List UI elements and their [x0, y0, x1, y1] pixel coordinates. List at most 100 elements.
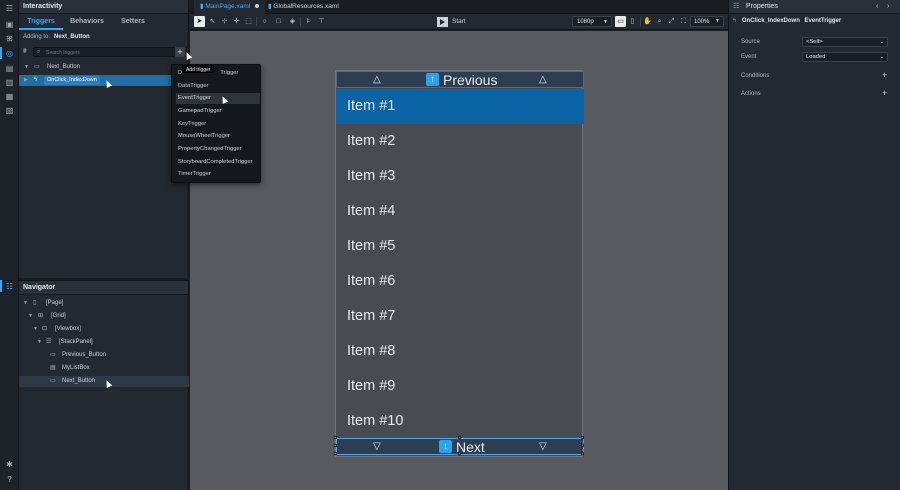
tab-setters[interactable]: Setters	[111, 15, 155, 29]
add-trigger-button[interactable]: +	[175, 47, 185, 57]
menu-item-propertychangedtrigger[interactable]: PropertyChangedTrigger	[176, 144, 260, 155]
list-item[interactable]: Item #8	[336, 334, 584, 369]
list-item[interactable]: Item #4	[336, 194, 584, 229]
resize-handle[interactable]	[334, 444, 337, 447]
navigator-icon[interactable]: ☷	[4, 281, 15, 292]
nav-row-next-button[interactable]: ▭ Next_Button	[19, 376, 189, 388]
list-item[interactable]: Item #9	[336, 369, 584, 404]
pan-tool-icon[interactable]: ⊹	[219, 16, 230, 27]
add-trigger-tooltip: Add trigger	[182, 65, 215, 73]
resolution-select[interactable]: 1080p ▼	[572, 16, 612, 27]
menu-item-mousewheeltrigger[interactable]: MouseWheelTrigger	[176, 131, 260, 142]
tab-globalresources[interactable]: ▮ GlobalResources.xaml	[268, 0, 339, 14]
move-tool-icon[interactable]: ✛	[231, 16, 242, 27]
search-input[interactable]	[46, 49, 176, 56]
resize-handle[interactable]	[581, 452, 584, 455]
list-item[interactable]: Item #2	[336, 124, 584, 159]
start-label[interactable]: Start	[452, 14, 466, 30]
resize-handle[interactable]	[334, 436, 337, 439]
next-button[interactable]: ▽ ↓ Next ▽	[334, 436, 584, 455]
styles-icon[interactable]: ▦	[4, 91, 15, 102]
menu-icon[interactable]: ☰	[4, 3, 15, 14]
resources-icon[interactable]: ▥	[4, 77, 15, 88]
resize-tool-icon[interactable]: ⬚	[243, 16, 254, 27]
resize-handle[interactable]	[458, 436, 461, 439]
active-rail-marker	[0, 47, 2, 59]
menu-item-storyboardcompletedtrigger[interactable]: StoryboardCompletedTrigger	[176, 157, 260, 168]
chevron-down-icon[interactable]: ▼	[28, 311, 33, 322]
resize-handle[interactable]	[458, 452, 461, 455]
rectangle-tool-icon[interactable]: □	[273, 16, 284, 27]
menu-item-gamepadtrigger[interactable]: GamepadTrigger	[176, 106, 260, 117]
toolbox-icon[interactable]: ⊞	[4, 33, 15, 44]
triangle-up-icon: △	[373, 74, 381, 85]
hand-tool-icon[interactable]: ✋	[642, 16, 653, 27]
chevron-right-icon[interactable]: ›	[887, 0, 889, 14]
fit-screen-icon[interactable]: ⤢	[666, 16, 677, 27]
play-icon[interactable]	[437, 17, 448, 27]
chevron-down-icon[interactable]: ▼	[24, 62, 29, 73]
menu-item-eventtrigger[interactable]: EventTrigger	[176, 93, 260, 104]
trigger-name-editor[interactable]: OnClick_IndexDown	[44, 76, 100, 85]
resize-handle[interactable]	[334, 452, 337, 455]
list-item[interactable]: Item #7	[336, 299, 584, 334]
mouse-cursor	[103, 79, 113, 88]
event-select[interactable]: Loaded ⌄	[802, 52, 888, 62]
modified-indicator	[255, 4, 260, 9]
chevron-down-icon[interactable]: ▼	[37, 337, 42, 348]
nav-row-page[interactable]: ▼ ▯ [Page]	[19, 298, 189, 309]
list-item[interactable]: Item #6	[336, 264, 584, 299]
tree-row-label: Next_Button	[47, 64, 81, 70]
chevron-left-icon[interactable]: ‹	[876, 0, 878, 14]
event-label: Event	[741, 54, 757, 60]
debug-icon[interactable]: ✱	[4, 459, 15, 470]
filter-icon[interactable]: ⩩	[23, 48, 27, 56]
list-item[interactable]: Item #10	[336, 404, 584, 439]
direct-select-icon[interactable]: ↖	[207, 16, 218, 27]
data-icon[interactable]: ▧	[4, 105, 15, 116]
nav-row-stackpanel[interactable]: ▼ ☰ [StackPanel]	[19, 337, 189, 348]
align-top-icon[interactable]: ⊤	[316, 16, 327, 27]
actual-size-icon[interactable]: ⛶	[678, 16, 689, 27]
tab-mainpage[interactable]: ▮ MainPage.xaml	[194, 0, 266, 14]
nav-row-mylistbox[interactable]: ▤ MyListBox	[19, 363, 189, 374]
desktop-view-icon[interactable]: ▭	[615, 16, 626, 27]
chevron-right-icon[interactable]: ▶	[24, 75, 28, 86]
help-icon[interactable]: ?	[4, 474, 15, 485]
zoom-tool-icon[interactable]: ⌕	[654, 16, 665, 27]
fill-tool-icon[interactable]: ◈	[287, 16, 298, 27]
search-box[interactable]: ⌕	[33, 47, 187, 57]
add-condition-icon[interactable]: +	[882, 71, 887, 80]
pointer-tool-icon[interactable]: ➤	[194, 16, 205, 27]
source-select[interactable]: <Self> ⌄	[802, 37, 888, 47]
resize-handle[interactable]	[581, 444, 584, 447]
list-item[interactable]: Item #3	[336, 159, 584, 194]
nav-row-previous-button[interactable]: ▭ Previous_Button	[19, 350, 189, 361]
nav-row-grid[interactable]: ▼ ⊞ [Grid]	[19, 311, 189, 322]
previous-button[interactable]: △ ↑ Previous △	[336, 71, 584, 88]
animation-icon[interactable]: ▤	[4, 63, 15, 74]
tree-row-next-button[interactable]: ▼ ▭ Next_Button	[19, 62, 189, 73]
menu-item-keytrigger[interactable]: KeyTrigger	[176, 119, 260, 130]
resize-handle[interactable]	[581, 436, 584, 439]
nav-row-viewbox[interactable]: ▼ ⊡ [Viewbox]	[19, 324, 189, 335]
menu-item-timertrigger[interactable]: TimerTrigger	[176, 169, 260, 180]
properties-title: Properties	[746, 3, 778, 10]
chevron-down-icon[interactable]: ▼	[33, 324, 38, 335]
align-left-icon[interactable]: ⊧	[303, 16, 314, 27]
tree-row-onclick-indexdown[interactable]: ▶ ϟ OnClick_IndexDown	[19, 75, 189, 88]
tab-behaviors[interactable]: Behaviors	[63, 15, 111, 29]
phone-view-icon[interactable]: ▯	[627, 16, 638, 27]
zoom-chevron-icon[interactable]: ▼	[712, 16, 723, 27]
list-item[interactable]: Item #1	[336, 89, 584, 124]
add-action-icon[interactable]: +	[882, 89, 887, 98]
mouse-cursor	[219, 95, 229, 104]
chevron-down-icon[interactable]: ▼	[23, 298, 28, 309]
ellipse-tool-icon[interactable]: ○	[259, 16, 270, 27]
interactivity-icon[interactable]: ◎	[4, 48, 15, 59]
assets-icon[interactable]: ▣	[4, 19, 15, 30]
menu-item-datatrigger[interactable]: DataTrigger	[176, 81, 260, 92]
tab-triggers[interactable]: Triggers	[19, 15, 63, 29]
device-preview[interactable]: △ ↑ Previous △ Item #1 Item #2 Item #3 I…	[334, 70, 584, 457]
list-item[interactable]: Item #5	[336, 229, 584, 264]
